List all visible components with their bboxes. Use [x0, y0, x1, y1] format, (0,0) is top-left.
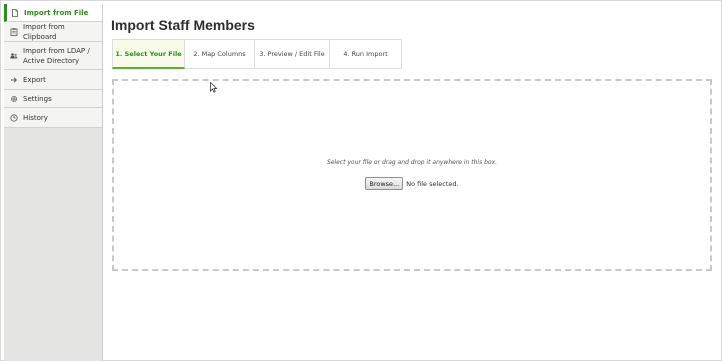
clock-icon — [9, 113, 18, 122]
sidebar-item-label: Import from LDAP / Active Directory — [23, 46, 90, 65]
tab-map-columns[interactable]: 2. Map Columns — [185, 39, 255, 69]
sidebar-item-import-from-file[interactable]: Import from File — [4, 4, 102, 22]
gear-icon — [9, 94, 18, 103]
sidebar-item-history[interactable]: History — [4, 108, 102, 128]
file-drop-zone[interactable]: Select your file or drag and drop it any… — [112, 79, 712, 271]
users-icon — [9, 51, 18, 60]
page-title: Import Staff Members — [111, 17, 255, 33]
sidebar-item-import-from-clipboard[interactable]: Import from Clipboard — [4, 22, 102, 42]
document-icon — [10, 8, 19, 17]
main-panel: Import Staff Members 1. Select Your File… — [103, 4, 719, 358]
tab-run-import[interactable]: 4. Run Import — [330, 39, 402, 69]
sidebar-item-label: Import from File — [24, 8, 89, 17]
file-input-row: Browse... No file selected. — [114, 177, 710, 190]
sidebar-item-label: Import from Clipboard — [23, 22, 65, 41]
sidebar-item-label: Export — [23, 75, 46, 84]
sidebar-item-label: History — [23, 113, 48, 122]
file-status-text: No file selected. — [406, 179, 459, 188]
arrow-right-icon — [9, 75, 18, 84]
sidebar-item-import-from-ldap[interactable]: Import from LDAP / Active Directory — [4, 42, 102, 70]
wizard-steps: 1. Select Your File 2. Map Columns 3. Pr… — [112, 39, 402, 69]
sidebar-item-label: Settings — [23, 94, 52, 103]
sidebar: Import from File Import from Clipboard I… — [4, 4, 103, 361]
mouse-cursor-icon — [210, 82, 218, 93]
browse-button[interactable]: Browse... — [365, 177, 404, 190]
tab-select-your-file[interactable]: 1. Select Your File — [112, 39, 185, 69]
drop-zone-instruction: Select your file or drag and drop it any… — [326, 159, 498, 166]
sidebar-item-settings[interactable]: Settings — [4, 90, 102, 108]
sidebar-item-export[interactable]: Export — [4, 70, 102, 90]
tab-preview-edit-file[interactable]: 3. Preview / Edit File — [255, 39, 330, 69]
clipboard-icon — [9, 27, 18, 36]
